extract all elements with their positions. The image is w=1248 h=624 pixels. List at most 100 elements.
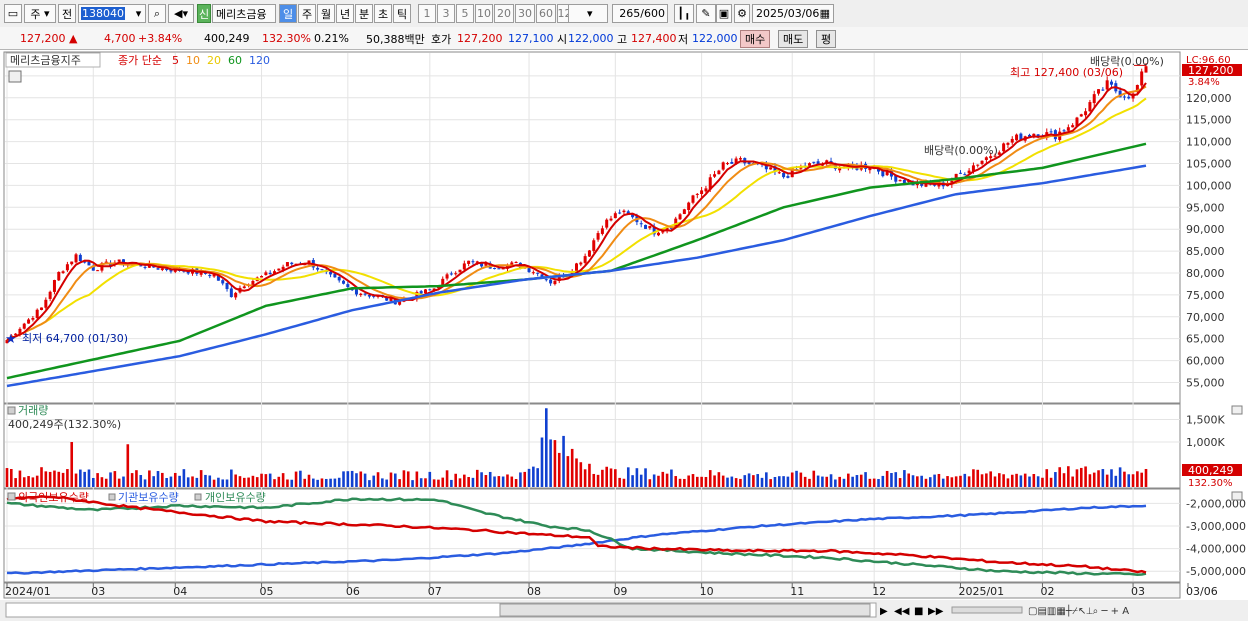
candle-body xyxy=(462,263,466,270)
volume-bar xyxy=(221,479,225,487)
minute-select[interactable]: ▾ xyxy=(568,4,608,23)
volume-bar xyxy=(40,467,43,487)
sell-button[interactable]: 매도 xyxy=(778,29,809,48)
count-field[interactable]: 265/600 xyxy=(612,4,668,23)
period-button-2[interactable]: 월 xyxy=(317,4,335,23)
rewind-icon[interactable]: ◀◀ xyxy=(894,606,910,617)
period-button-4[interactable]: 분 xyxy=(355,4,373,23)
volume-bar xyxy=(510,476,514,487)
forward-icon[interactable]: ▶▶ xyxy=(928,606,944,617)
minute-button-5[interactable]: 5 xyxy=(456,4,474,23)
x-tick-label: 09 xyxy=(613,585,627,598)
volume-bar xyxy=(674,476,678,487)
zoom-slider[interactable] xyxy=(951,606,1023,614)
volume-panel-close-icon[interactable] xyxy=(1231,405,1243,415)
period-button-6[interactable]: 틱 xyxy=(393,4,411,23)
period-button-3[interactable]: 년 xyxy=(336,4,354,23)
minute-button-20[interactable]: 20 xyxy=(494,4,514,23)
window-icon[interactable]: ▭ xyxy=(4,4,22,23)
volume-info: 400,249주(132.30%) xyxy=(8,418,121,431)
price-tick-label: 75,000 xyxy=(1186,289,1225,302)
holdings-panel-close-icon[interactable] xyxy=(1231,491,1243,501)
volume-bar xyxy=(941,478,945,487)
volume-bar xyxy=(173,472,177,487)
candle-body xyxy=(1002,143,1006,152)
volume-bar xyxy=(135,470,138,487)
speaker-icon[interactable]: ◀▾ xyxy=(168,4,194,23)
candle-body xyxy=(44,299,48,308)
volume-bar xyxy=(769,479,772,487)
type-select[interactable]: 주 ▾ xyxy=(24,4,56,23)
volume-bar xyxy=(454,473,457,487)
gear-icon[interactable]: ⚙ xyxy=(734,4,750,23)
period-button-5[interactable]: 초 xyxy=(374,4,392,23)
volume-bar xyxy=(312,478,315,487)
price-tick-label: 70,000 xyxy=(1186,311,1225,324)
save-icon[interactable]: ▣ xyxy=(716,4,732,23)
volume-bar xyxy=(363,473,367,487)
period-label: 초 xyxy=(377,7,389,21)
volume-bar xyxy=(1049,477,1053,487)
volume-bar xyxy=(230,469,233,487)
period-button-1[interactable]: 주 xyxy=(298,4,316,23)
turnover: 0.21% xyxy=(314,32,349,45)
volume-bar xyxy=(1010,474,1014,487)
volume-bar xyxy=(1036,476,1040,487)
minute-button-10[interactable]: 10 xyxy=(475,4,493,23)
prev-button[interactable]: 전 xyxy=(58,4,76,23)
candle-body xyxy=(527,268,531,273)
minute-button-1[interactable]: 1 xyxy=(418,4,436,23)
eval-button[interactable]: 평 xyxy=(816,29,837,48)
candle-body xyxy=(493,268,497,270)
volume-bar xyxy=(182,469,186,487)
candle-body xyxy=(639,223,643,225)
search-icon[interactable]: ⌕ xyxy=(148,4,166,23)
date-field[interactable]: 2025/03/06 ▦ xyxy=(752,4,834,23)
volume-bar xyxy=(532,466,535,487)
volume-bar xyxy=(264,474,268,487)
legend-ma-label: 종가 단순 xyxy=(118,54,162,67)
x-tick-label: 12 xyxy=(872,585,886,598)
price-tick-label: 110,000 xyxy=(1186,136,1232,149)
candle-body xyxy=(902,179,906,184)
chart-canvas[interactable]: 120,000 115,000 110,000 105,000 100,000 95,00… xyxy=(0,50,1248,621)
volume-bar xyxy=(342,471,345,487)
volume-value: 400,249 xyxy=(204,32,250,45)
scrollbar-thumb[interactable] xyxy=(499,603,871,617)
minute-button-60[interactable]: 60 xyxy=(536,4,556,23)
candle-body xyxy=(221,280,225,284)
candle-body xyxy=(320,269,324,271)
volume-bar xyxy=(967,476,971,487)
candle-icon[interactable]: ┃╻ xyxy=(674,4,694,23)
eval-label: 평 xyxy=(816,29,837,48)
candle-body xyxy=(419,291,423,294)
price-tick-label: 120,000 xyxy=(1186,92,1232,105)
legend-title: 메리츠금융지주 xyxy=(10,54,81,67)
info-bar: 127,200 ▲ 4,700 +3.84% 400,249 132.30% 0… xyxy=(0,27,1248,50)
chart-area[interactable]: 120,000 115,000 110,000 105,000 100,000 95,00… xyxy=(0,50,1248,621)
buy-button[interactable]: 매수 xyxy=(740,29,771,48)
volume-bar xyxy=(74,473,78,487)
candle-body xyxy=(117,259,121,262)
play-right-icon[interactable]: ▶ xyxy=(880,606,888,617)
draw-icon[interactable]: ✎ xyxy=(696,4,716,23)
layout-icons[interactable]: ▢▤▥▦┼⌿↖⟂⌕ ─ + A xyxy=(1028,604,1129,617)
volume-bar xyxy=(644,468,647,487)
stop-icon[interactable]: ■ xyxy=(914,606,923,617)
price-value: 127,200 xyxy=(20,32,66,45)
volume-bar xyxy=(320,478,324,487)
volume-bar xyxy=(816,475,820,487)
calendar-icon[interactable]: ▦ xyxy=(820,7,830,20)
volume-bar xyxy=(161,472,164,487)
candle-body xyxy=(656,232,660,236)
code-dropdown-icon[interactable]: ▾ xyxy=(132,4,146,23)
volume-bar xyxy=(450,479,453,487)
minute-button-30[interactable]: 30 xyxy=(515,4,535,23)
candle-body xyxy=(74,254,78,263)
period-button-0[interactable]: 일 xyxy=(279,4,297,23)
calculator-icon[interactable] xyxy=(8,70,22,83)
volume-bar xyxy=(208,475,212,487)
volume-bar xyxy=(726,477,729,487)
volume-bar xyxy=(143,479,147,487)
minute-button-3[interactable]: 3 xyxy=(437,4,455,23)
